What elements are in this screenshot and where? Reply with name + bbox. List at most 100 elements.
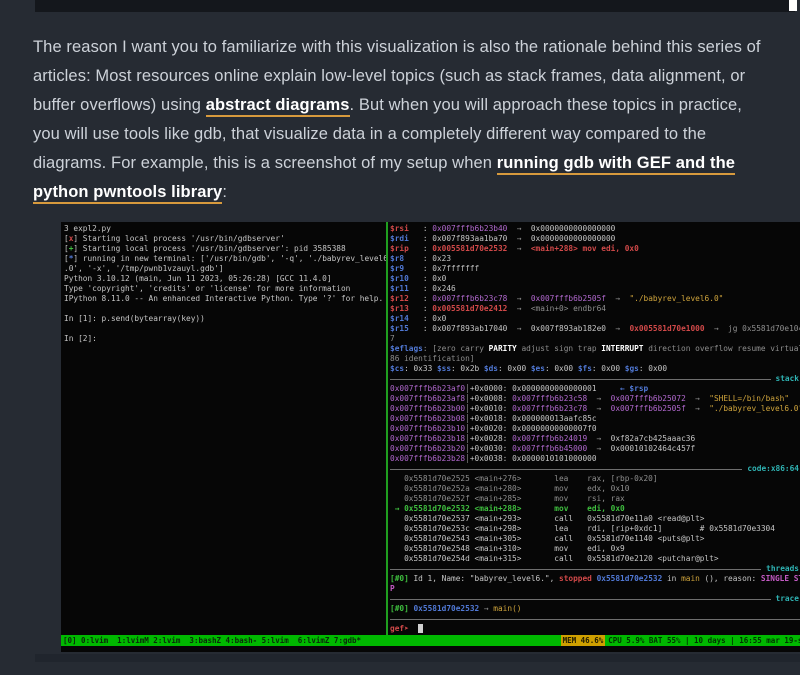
terminal-line: $r14 : 0x0 — [390, 314, 800, 324]
text-segment: direction overflow resume virtualx — [644, 344, 800, 353]
text-segment: $r15 — [390, 324, 409, 333]
text-segment: 0x5581d70e2525 <main+276> lea rax, [rbp-… — [390, 474, 658, 483]
section-divider: threads — [390, 564, 800, 574]
text-segment: 0x5581d70e2532 — [413, 604, 479, 613]
text-segment: Type 'copyright', 'credits' or 'license'… — [64, 284, 350, 293]
text-segment: (), reason: — [700, 574, 761, 583]
text-segment: 0x007fffb6b23b20 — [390, 444, 465, 453]
text-segment: INTERRUPT — [601, 344, 643, 353]
text-segment: → — [507, 244, 530, 253]
text-segment: : — [404, 254, 432, 263]
text-segment: : 0x33 — [404, 364, 437, 373]
text-segment: 0x007fffb6b23b08 — [390, 414, 465, 423]
terminal-line: 0x007fffb6b23af0│+0x0000: 0x000000000000… — [390, 384, 800, 394]
text-segment: +0x0038: — [470, 454, 512, 463]
text-segment: $rip — [390, 244, 409, 253]
text-segment: $r10 — [390, 274, 409, 283]
text-segment: P — [390, 584, 395, 593]
terminal-line: $rdi : 0x007f893aa1ba70 → 0x000000000000… — [390, 234, 800, 244]
text-segment: 0x007f893ab182e0 — [531, 324, 606, 333]
text-segment: +0x0010: — [470, 404, 512, 413]
text-segment: → — [507, 324, 530, 333]
terminal-line: 0x5581d70e253c <main+298> lea rdi, [rip+… — [390, 524, 800, 534]
text-segment: : 0x00 — [545, 364, 578, 373]
text-segment: 0x0000000000000000 — [531, 224, 616, 233]
text-segment: 0xf82a7cb425aaac36 — [611, 434, 696, 443]
text-segment: In [1]: p.send(bytearray(key)) — [64, 314, 205, 323]
text-segment: : 0x2b — [451, 364, 484, 373]
terminal-bottom-edge — [61, 646, 800, 652]
text-segment: "SHELL=/bin/bash" — [709, 394, 789, 403]
text-segment: : — [409, 224, 432, 233]
tmux-system-info: CPU 5.9% BAT 55% | 10 days | 16:55 mar 1… — [605, 635, 800, 646]
text-segment: : 0x00 — [639, 364, 667, 373]
text-segment: 0x005581d70e2532 — [432, 244, 507, 253]
text-segment: 0x007fffb6b23b00 — [390, 404, 465, 413]
text-segment — [409, 624, 418, 633]
terminal-line: .0', '-x', '/tmp/pwnb1vzauyl.gdb'] — [64, 264, 386, 274]
text-segment: : — [409, 314, 432, 323]
terminal-line: $r9 : 0x7fffffff — [390, 264, 800, 274]
terminal-line: $rip : 0x005581d70e2532 → <main+288> mov… — [390, 244, 800, 254]
text-segment: 0x5581d70e2537 <main+293> call 0x5581d70… — [390, 514, 705, 523]
text-segment: $eflags — [390, 344, 423, 353]
text-segment: 0x00000000000007f0 — [512, 424, 597, 433]
tmux-panes: 3 expl2.py[x] Starting local process '/u… — [61, 222, 800, 635]
text-segment: 0x5581d70e252f <main+285> mov rsi, rax — [390, 494, 625, 503]
terminal-line: 0x007fffb6b23b08│+0x0018: 0x000000013aaf… — [390, 414, 800, 424]
text-segment: 0x007fffb6b23b18 — [390, 434, 465, 443]
text-segment: 0x5581d70e2532 <main+288> mov edi, 0x0 — [404, 504, 625, 513]
text-segment: 0x007fffb6b23b10 — [390, 424, 465, 433]
text-segment: gef➤ — [390, 624, 409, 633]
text-segment: 0x0 — [432, 314, 446, 323]
text-segment: → — [587, 404, 610, 413]
text-segment: Id 1, Name: "babyrev_level6.", — [409, 574, 559, 583]
text-segment: $r9 — [390, 264, 404, 273]
text-segment: : — [409, 304, 432, 313]
inline-link[interactable]: abstract diagrams — [206, 96, 350, 117]
text-segment: $cs — [390, 364, 404, 373]
text-segment: "./babyrev_level6.0" — [709, 404, 800, 413]
text-segment: 0x007f893aa1ba70 — [432, 234, 507, 243]
text-segment: → — [587, 394, 610, 403]
text-segment: <main+0> endbr64 — [531, 304, 606, 313]
terminal-line: $r10 : 0x0 — [390, 274, 800, 284]
text-segment: 0x007fffb6b2505f — [531, 294, 606, 303]
text-segment: 0x5581d70e2543 <main+305> call 0x5581d70… — [390, 534, 705, 543]
terminal-line: [+] Starting local process '/usr/bin/gdb… — [64, 244, 386, 254]
terminal-line: In [2]: — [64, 334, 386, 344]
divider-line — [390, 619, 800, 620]
text-segment: → — [587, 434, 610, 443]
text-segment: +0x0020: — [470, 424, 512, 433]
text-segment: → — [686, 404, 709, 413]
text-segment: → — [507, 294, 530, 303]
text-segment: $es — [531, 364, 545, 373]
text-segment: 0x5581d70e2548 <main+310> mov edi, 0x9 — [390, 544, 625, 553]
paragraph-text: : — [222, 183, 227, 201]
text-segment — [597, 384, 620, 393]
text-segment: 0x0 — [432, 274, 446, 283]
text-segment: 0x000000013aafc85c — [512, 414, 597, 423]
text-segment: 0x007fffb6b25072 — [611, 394, 686, 403]
text-segment: $ds — [484, 364, 498, 373]
terminal-line: $r13 : 0x005581d70e2412 → <main+0> endbr… — [390, 304, 800, 314]
section-title: threads — [761, 564, 800, 574]
text-segment: +0x0028: — [470, 434, 512, 443]
terminal-screenshot: 3 expl2.py[x] Starting local process '/u… — [61, 222, 800, 652]
text-segment: 0x007fffb6b23c78 — [512, 404, 587, 413]
text-segment: 0x007fffb6b23c58 — [512, 394, 587, 403]
text-segment: 0x005581d70e2412 — [432, 304, 507, 313]
text-segment: 0x005581d70e1000 — [629, 324, 704, 333]
previous-code-block-edge — [35, 0, 795, 12]
text-segment: : — [409, 294, 432, 303]
text-segment: 0x5581d70e252a <main+280> mov edx, 0x10 — [390, 484, 629, 493]
scrollbar-thumb[interactable] — [789, 0, 797, 11]
text-segment: 0x23 — [432, 254, 451, 263]
text-segment: 0x007fffb6b23b40 — [432, 224, 507, 233]
divider-line — [390, 599, 771, 600]
terminal-line: 0x007fffb6b23b00│+0x0010: 0x007fffb6b23c… — [390, 404, 800, 414]
terminal-line: 0x5581d70e252a <main+280> mov edx, 0x10 — [390, 484, 800, 494]
section-divider: code:x86:64 — [390, 464, 800, 474]
text-segment: adjust sign trap — [517, 344, 602, 353]
section-title: code:x86:64 — [742, 464, 800, 474]
